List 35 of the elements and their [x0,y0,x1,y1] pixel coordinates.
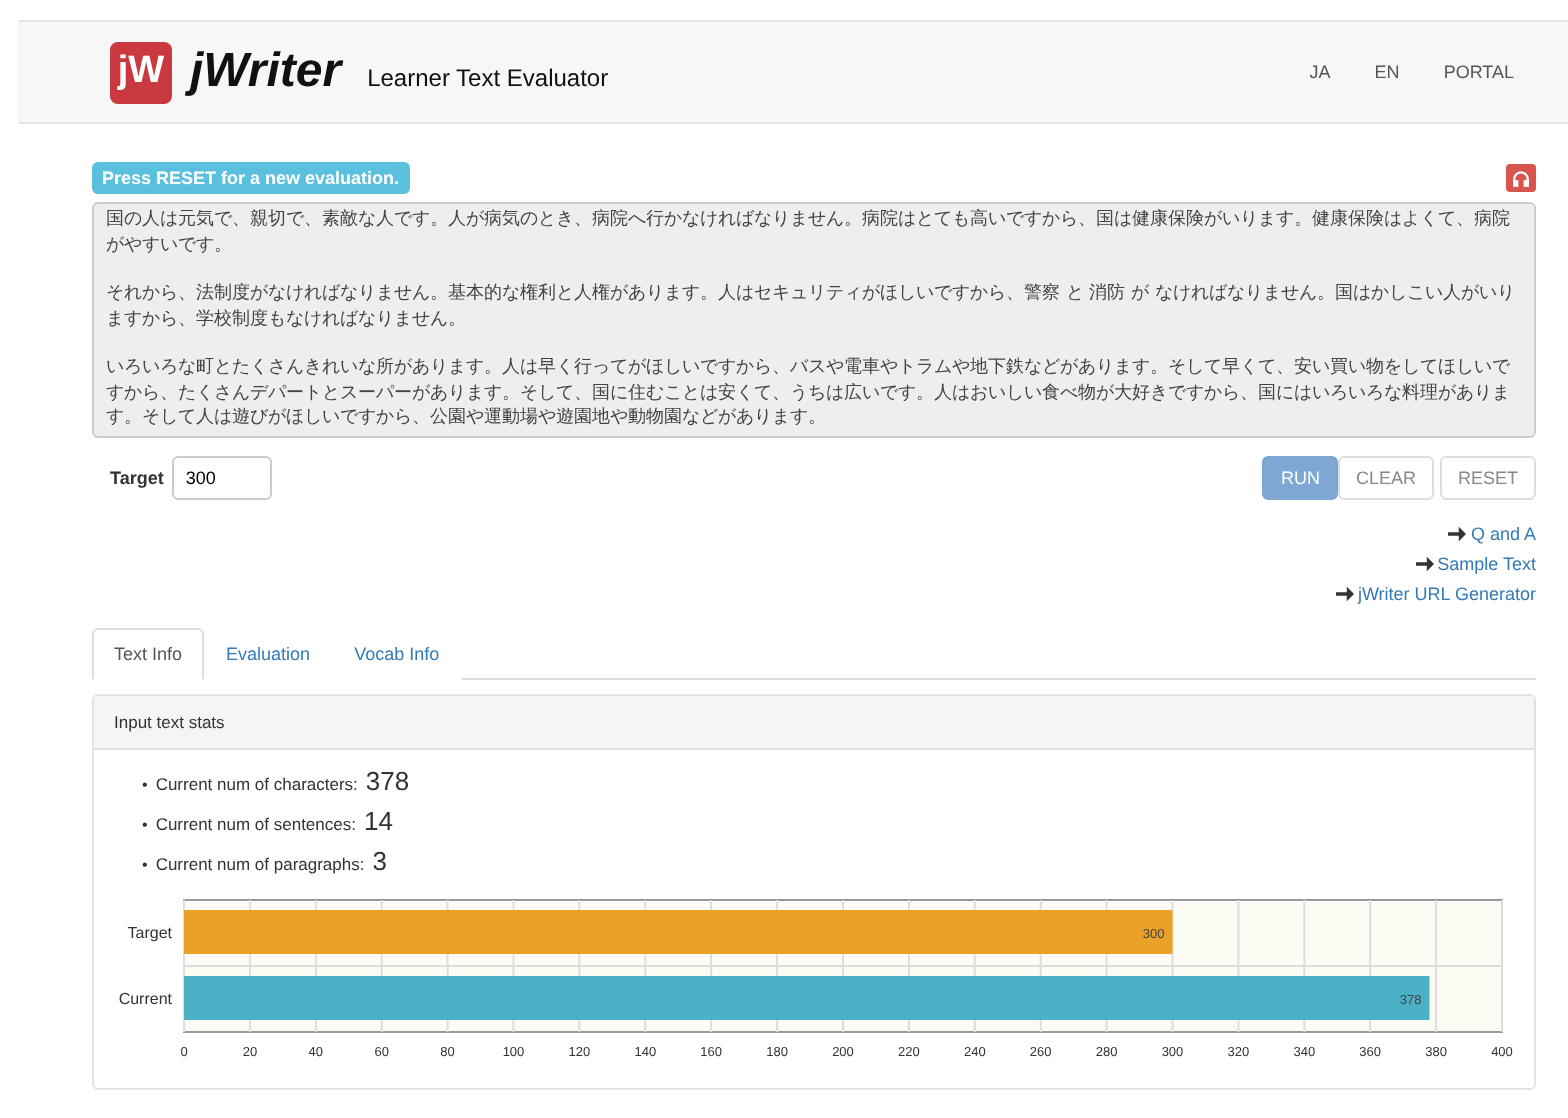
category-label: Current [118,989,172,1007]
nav-link[interactable]: PORTAL [1443,62,1514,82]
help-link[interactable]: jWriter URL Generator [1357,583,1536,603]
stat-label: Current num of sentences: [155,811,356,837]
stat-label: Current num of characters: [155,771,358,797]
panel-title: Input text stats [94,695,1534,749]
notice-label: Press RESET for a new evaluation. [92,162,410,194]
help-link[interactable]: Q and A [1470,523,1536,543]
stat-label: Current num of paragraphs: [155,851,365,878]
nav-link[interactable]: EN [1374,62,1400,82]
paragraph-text: 国の人は元気で、親切で、素敵な人です。人が病気のとき、病院へ行かなければなりません。病院はとても高いですから、国は健康保険がいります。健康保険はよくて、病院がやすいです。 [106,208,1512,258]
action-button[interactable]: RESET [1439,455,1536,499]
action-button[interactable]: RUN [1262,455,1338,499]
nav-link[interactable]: JA [1309,62,1331,82]
paragraph-text: いろいろな町とたくさんきれいな所があります。人は早く行ってがほしいですから、バスや電車やトラムや地下鉄などがあります。そして早くて、安い買い物をしてほしいですから、たくさんデパートとスーパーがあります。そして、国に住むことは安くて、うちは広いです。人はおいしい食べ物が大好きですから、国にはいろいろな料理があります。そして人は遊びがほしいですから、公園や運動場や遊園地や動物園などがあります。 [106,356,1512,431]
bullet-mark: • [142,773,148,797]
headphones-button[interactable] [1506,164,1536,192]
category-label: Target [127,923,172,941]
tab[interactable]: Text Info [92,627,205,679]
brand-name: jWriter [190,44,342,100]
headphones-icon [1512,169,1530,187]
help-link[interactable]: Sample Text [1437,553,1536,573]
bullet-mark: • [142,853,148,877]
target-field[interactable]: 300 [171,455,272,499]
action-button[interactable]: CLEAR [1337,455,1434,499]
arrow-icon [1335,585,1354,601]
paragraph-text: それから、法制度がなければなりません。基本的な権利と人権があります。人はセキュリティがほしいですから、警察 と 消防 が なければなりません。国はかしこい人がいりますから、学校制度もなければなりません。 [106,282,1517,332]
app-subtitle: Learner Text Evaluator [367,64,609,92]
stat-value: 378 [365,765,410,797]
target-label: Target [110,467,164,487]
stat-value: 14 [363,805,393,837]
logo-mark: jW [110,41,172,103]
bullet-mark: • [142,813,148,837]
text-input[interactable] [92,202,1536,437]
stat-value: 3 [372,845,387,877]
